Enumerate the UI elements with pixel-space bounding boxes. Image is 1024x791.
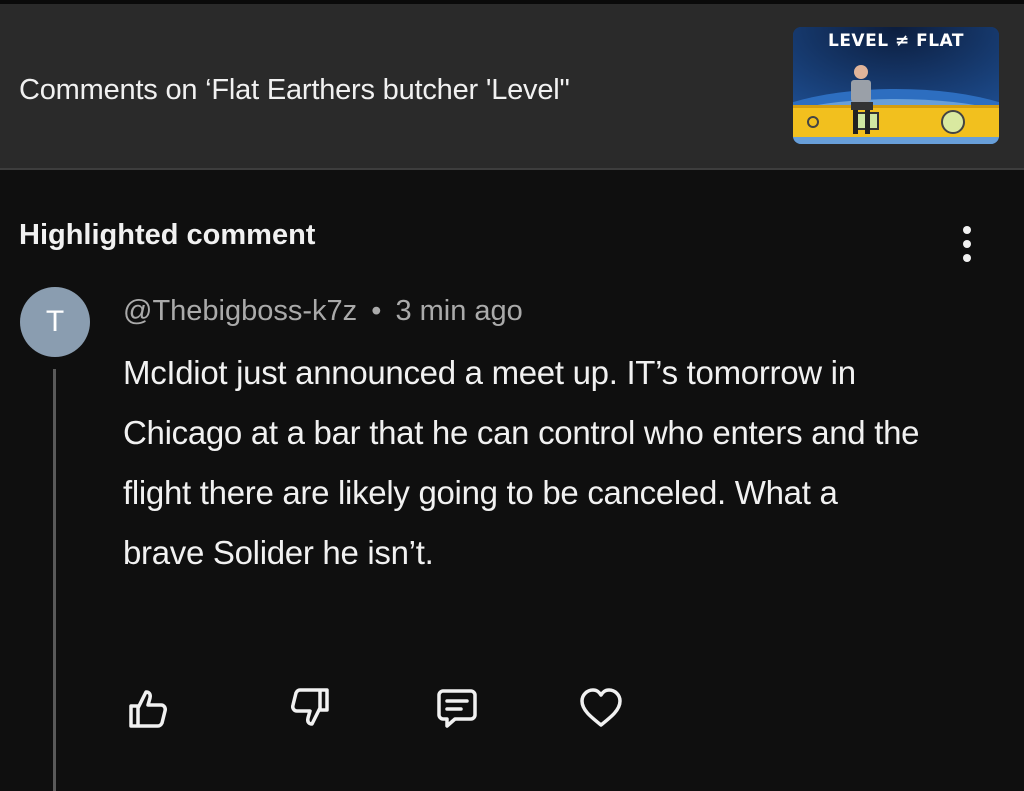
reply-icon — [437, 689, 477, 728]
dislike-button[interactable] — [283, 680, 339, 736]
like-button[interactable] — [119, 680, 175, 736]
comments-header: Comments on ‘Flat Earthers butcher 'Leve… — [0, 4, 1024, 168]
header-divider — [0, 168, 1024, 170]
heart-button[interactable] — [573, 680, 629, 736]
heart-icon — [580, 688, 622, 727]
comment-text: McIdiot just announced a meet up. IT’s t… — [123, 354, 920, 571]
more-options-button[interactable] — [950, 222, 984, 266]
video-thumbnail[interactable]: LEVEL ≠ FLAT — [793, 27, 999, 144]
more-dot-icon — [963, 240, 971, 248]
comment-meta: @Thebigboss-k7z • 3 min ago — [123, 295, 523, 328]
more-dot-icon — [963, 254, 971, 262]
thread-line — [53, 369, 56, 791]
thumbs-up-icon — [129, 690, 167, 728]
more-dot-icon — [963, 226, 971, 234]
comment-time[interactable]: 3 min ago — [395, 295, 522, 327]
avatar[interactable]: T — [20, 287, 90, 357]
thumbs-down-icon — [291, 688, 329, 726]
header-title: Comments on ‘Flat Earthers butcher 'Leve… — [19, 74, 570, 106]
thumbnail-text: LEVEL ≠ FLAT — [827, 31, 964, 51]
reply-button[interactable] — [429, 680, 485, 736]
meta-separator: • — [371, 295, 382, 327]
comment-author[interactable]: @Thebigboss-k7z — [123, 295, 357, 327]
section-title: Highlighted comment — [19, 219, 316, 251]
